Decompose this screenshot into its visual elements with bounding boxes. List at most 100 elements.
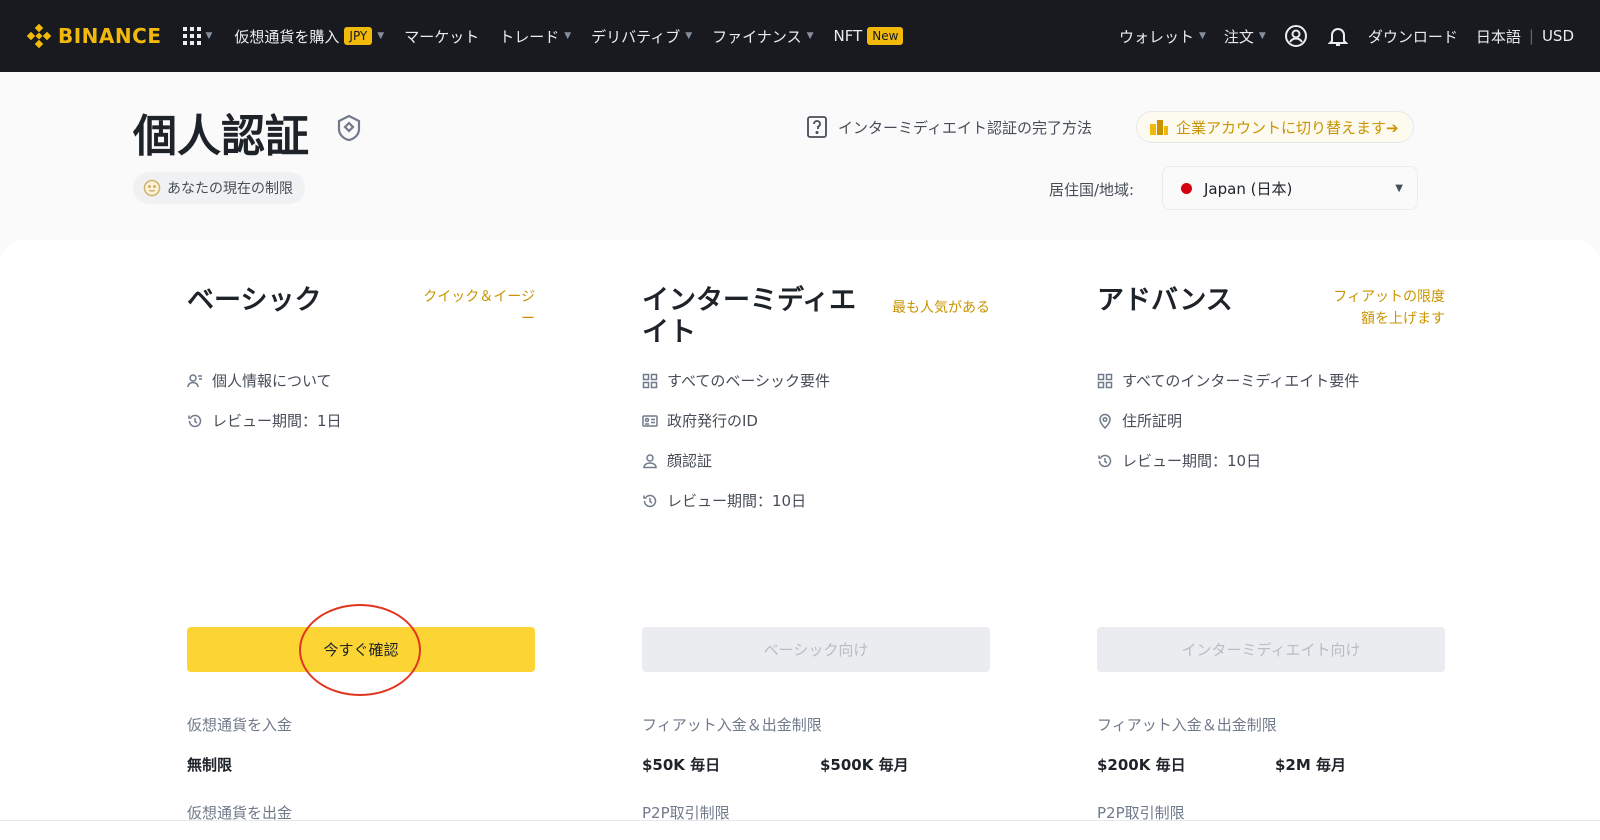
id-card-icon	[642, 414, 658, 427]
switch-to-entity-button[interactable]: 企業アカウントに切り替えます➔	[1136, 111, 1414, 143]
japan-flag-icon	[1181, 182, 1192, 194]
help-document-icon	[807, 116, 827, 138]
user-circle-icon	[1284, 25, 1307, 47]
limit-value: 無制限	[187, 756, 233, 774]
building-icon	[1150, 120, 1168, 135]
nav-item-label: NFT	[833, 27, 863, 45]
region-value: Japan (日本)	[1204, 179, 1293, 198]
current-limits-button[interactable]: あなたの現在の制限	[133, 172, 305, 204]
requirement-item: すべてのベーシック要件	[642, 370, 830, 391]
nav-item-label: トレード	[499, 27, 560, 46]
intermediate-required-button[interactable]: インターミディエイト向け	[1097, 627, 1445, 672]
requirement-item: レビュー期間：1日	[187, 410, 342, 431]
requirement-text: レビュー期間：1日	[212, 412, 342, 430]
switch-account-label: 企業アカウントに切り替えます➔	[1176, 118, 1399, 137]
clock-history-icon	[643, 494, 657, 507]
nav-item-label: 仮想通貨を購入	[234, 27, 340, 46]
requirement-text: すべてのベーシック要件	[667, 372, 831, 390]
requirement-item: すべてのインターミディエイト要件	[1097, 370, 1359, 391]
requirement-text: 個人情報について	[212, 372, 332, 390]
limit-value-daily: $50K 毎日	[642, 756, 721, 774]
nav-item-label: 日本語	[1475, 27, 1521, 46]
nav-download[interactable]: ダウンロード	[1368, 26, 1458, 47]
nav-item-label: ウォレット	[1118, 27, 1194, 46]
profile-button[interactable]	[1284, 24, 1308, 48]
tier-intermediate: インターミディエイト 最も人気がある すべてのベーシック要件 政府発行のID 顔…	[642, 240, 990, 822]
nav-buy-crypto[interactable]: 仮想通貨を購入 JPY ▼	[234, 26, 384, 47]
nav-markets[interactable]: マーケット	[404, 26, 479, 47]
tier-basic: ベーシック クイック＆イージー 個人情報について レビュー期間：1日 今すぐ確認…	[187, 240, 535, 822]
location-pin-icon	[1099, 413, 1111, 429]
language-selector[interactable]: 日本語	[1476, 26, 1521, 47]
requirement-item: 政府発行のID	[642, 410, 758, 431]
requirement-item: 住所証明	[1097, 410, 1182, 431]
limit-value-monthly: $500K 毎月	[820, 756, 909, 774]
requirement-item: 個人情報について	[187, 370, 332, 391]
new-badge: New	[867, 27, 904, 45]
apps-menu-button[interactable]: ▼	[183, 27, 212, 45]
binance-logo-icon	[26, 23, 52, 49]
nav-nft[interactable]: NFT New	[834, 27, 904, 45]
logo-text: BINANCE	[58, 24, 162, 48]
grid-icon	[642, 373, 658, 388]
verify-now-button[interactable]: 今すぐ確認	[187, 627, 535, 672]
chevron-down-icon: ▼	[685, 31, 693, 41]
requirement-item: 顔認証	[642, 450, 712, 471]
chevron-down-icon: ▼	[564, 31, 572, 41]
region-label: 居住国/地域:	[1049, 181, 1135, 199]
tier-name: アドバンス	[1097, 285, 1233, 316]
currency-badge: JPY	[344, 27, 373, 45]
grid-icon	[1097, 373, 1113, 388]
person-icon	[643, 453, 657, 468]
chevron-down-icon: ▼	[205, 31, 213, 41]
clock-history-icon	[188, 414, 202, 427]
nav-derivatives[interactable]: デリバティブ ▼	[591, 26, 692, 47]
bottom-bar	[0, 820, 1600, 840]
nav-item-label: マーケット	[404, 27, 480, 46]
chevron-down-icon: ▼	[1258, 31, 1266, 41]
top-navigation: BINANCE ▼ 仮想通貨を購入 JPY ▼ マーケット トレード ▼ デリバ…	[0, 0, 1600, 72]
chevron-down-icon: ▼	[806, 31, 814, 41]
tier-advanced: アドバンス フィアットの限度額を上げます すべてのインターミディエイト要件 住所…	[1097, 240, 1445, 822]
region-select[interactable]: Japan (日本) ▼	[1162, 166, 1418, 210]
requirement-text: 政府発行のID	[667, 412, 758, 430]
nav-item-label: 注文	[1223, 27, 1254, 46]
nav-item-label: USD	[1541, 27, 1574, 45]
requirement-text: 顔認証	[667, 452, 713, 470]
binance-logo[interactable]: BINANCE	[26, 23, 161, 49]
tier-tag: フィアットの限度額を上げます	[1333, 289, 1445, 327]
nav-trade[interactable]: トレード ▼	[499, 26, 571, 47]
chevron-down-icon: ▼	[1198, 31, 1206, 41]
currency-selector[interactable]: USD	[1542, 27, 1574, 45]
tier-tag: 最も人気がある	[892, 300, 990, 316]
grid-icon	[183, 27, 202, 45]
nav-item-label: ダウンロード	[1367, 27, 1458, 46]
tier-tag: クイック＆イージー	[423, 289, 535, 327]
tier-name: インターミディエイト	[642, 285, 857, 348]
help-link-label: インターミディエイト認証の完了方法	[838, 118, 1092, 137]
current-limits-label: あなたの現在の制限	[167, 181, 293, 197]
nav-item-label: ファイナンス	[712, 27, 802, 46]
nav-item-label: デリバティブ	[591, 27, 681, 46]
limit-value-daily: $200K 毎日	[1097, 756, 1186, 774]
notifications-button[interactable]	[1326, 24, 1350, 48]
nav-finance[interactable]: ファイナンス ▼	[712, 26, 813, 47]
nav-orders[interactable]: 注文 ▼	[1224, 26, 1266, 47]
requirement-item: レビュー期間：10日	[642, 490, 806, 511]
limit-label: フィアット入金＆出金制限	[642, 716, 822, 734]
verification-tiers-card: ベーシック クイック＆イージー 個人情報について レビュー期間：1日 今すぐ確認…	[0, 240, 1600, 822]
smiley-icon	[143, 179, 161, 197]
limit-label: 仮想通貨を入金	[187, 716, 293, 734]
nav-divider: |	[1528, 27, 1534, 45]
intermediate-help-link[interactable]: インターミディエイト認証の完了方法	[806, 115, 1092, 139]
requirement-text: レビュー期間：10日	[667, 492, 807, 510]
chevron-down-icon: ▼	[377, 31, 385, 41]
nav-wallet[interactable]: ウォレット ▼	[1119, 26, 1206, 47]
nav-right-group: ウォレット ▼ 注文 ▼ ダウンロード 日本語 | USD	[1119, 24, 1574, 48]
bell-icon	[1327, 28, 1349, 46]
requirement-text: すべてのインターミディエイト要件	[1122, 372, 1360, 390]
limit-value-monthly: $2M 毎月	[1275, 756, 1347, 774]
requirement-text: 住所証明	[1122, 412, 1183, 430]
chevron-down-icon: ▼	[1395, 182, 1403, 194]
basic-required-button[interactable]: ベーシック向け	[642, 627, 990, 672]
